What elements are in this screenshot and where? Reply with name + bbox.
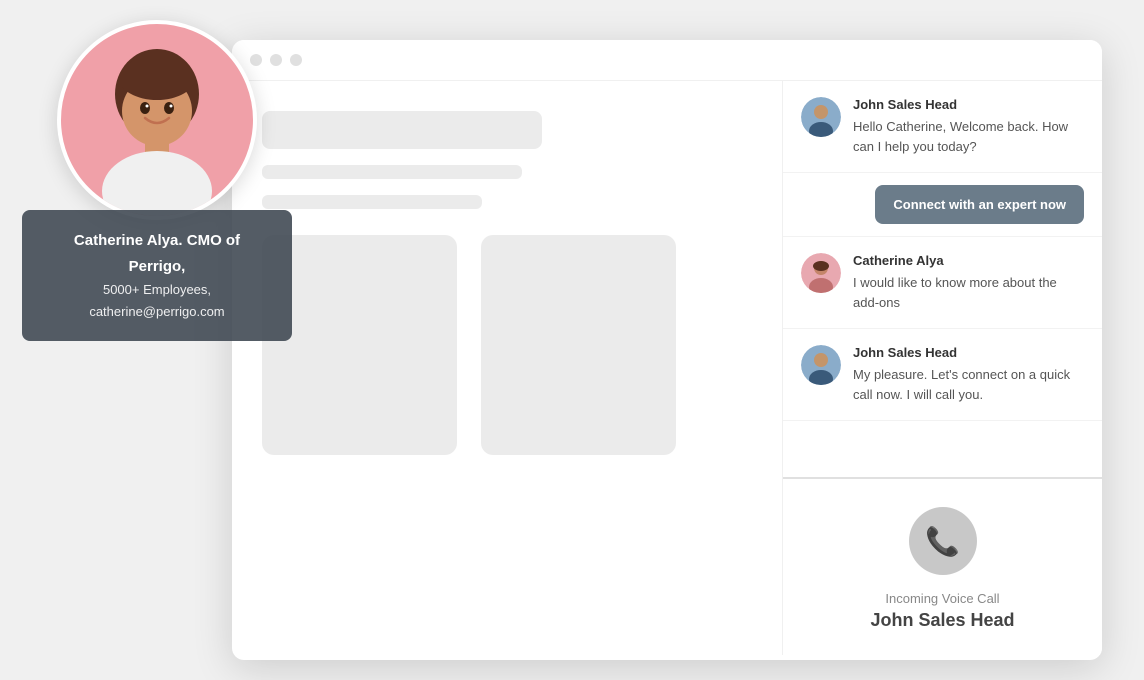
call-icon-circle[interactable]: 📞: [909, 507, 977, 575]
msg-sender-3: John Sales Head: [853, 345, 1084, 360]
chat-message-3: John Sales Head My pleasure. Let's conne…: [783, 329, 1102, 421]
skeleton-cards: [262, 235, 752, 455]
msg-body-2: Catherine Alya I would like to know more…: [853, 253, 1084, 312]
connect-expert-button[interactable]: Connect with an expert now: [875, 185, 1084, 224]
avatar-catherine: [801, 253, 841, 293]
chat-panel: John Sales Head Hello Catherine, Welcome…: [782, 81, 1102, 655]
profile-info-card: Catherine Alya. CMO of Perrigo, 5000+ Em…: [22, 210, 292, 341]
avatar-john-1: [801, 97, 841, 137]
incoming-label: Incoming Voice Call: [885, 591, 999, 606]
browser-content: John Sales Head Hello Catherine, Welcome…: [232, 81, 1102, 655]
profile-employees: 5000+ Employees,: [44, 279, 270, 301]
profile-avatar: [57, 20, 257, 220]
msg-text-3: My pleasure. Let's connect on a quick ca…: [853, 365, 1084, 404]
browser-toolbar: [232, 40, 1102, 81]
scene: John Sales Head Hello Catherine, Welcome…: [22, 20, 1122, 660]
msg-sender-2: Catherine Alya: [853, 253, 1084, 268]
msg-text-2: I would like to know more about the add-…: [853, 273, 1084, 312]
browser-window: John Sales Head Hello Catherine, Welcome…: [232, 40, 1102, 660]
profile-email: catherine@perrigo.com: [44, 301, 270, 323]
profile-overlay: Catherine Alya. CMO of Perrigo, 5000+ Em…: [22, 20, 292, 341]
msg-body-3: John Sales Head My pleasure. Let's conne…: [853, 345, 1084, 404]
phone-icon: 📞: [925, 525, 960, 558]
avatar-john-2: [801, 345, 841, 385]
msg-body-1: John Sales Head Hello Catherine, Welcome…: [853, 97, 1084, 156]
msg-sender-1: John Sales Head: [853, 97, 1084, 112]
skeleton-line-2: [262, 195, 482, 209]
skeleton-card-2: [481, 235, 676, 455]
chat-message-1: John Sales Head Hello Catherine, Welcome…: [783, 81, 1102, 173]
skeleton-header: [262, 111, 542, 149]
caller-name: John Sales Head: [870, 610, 1014, 631]
incoming-call-section: 📞 Incoming Voice Call John Sales Head: [783, 477, 1102, 655]
msg-text-1: Hello Catherine, Welcome back. How can I…: [853, 117, 1084, 156]
chat-message-2: Catherine Alya I would like to know more…: [783, 237, 1102, 329]
connect-button-container: Connect with an expert now: [783, 173, 1102, 237]
skeleton-line-1: [262, 165, 522, 179]
content-area: [232, 81, 782, 655]
profile-name: Catherine Alya. CMO of Perrigo,: [44, 228, 270, 279]
